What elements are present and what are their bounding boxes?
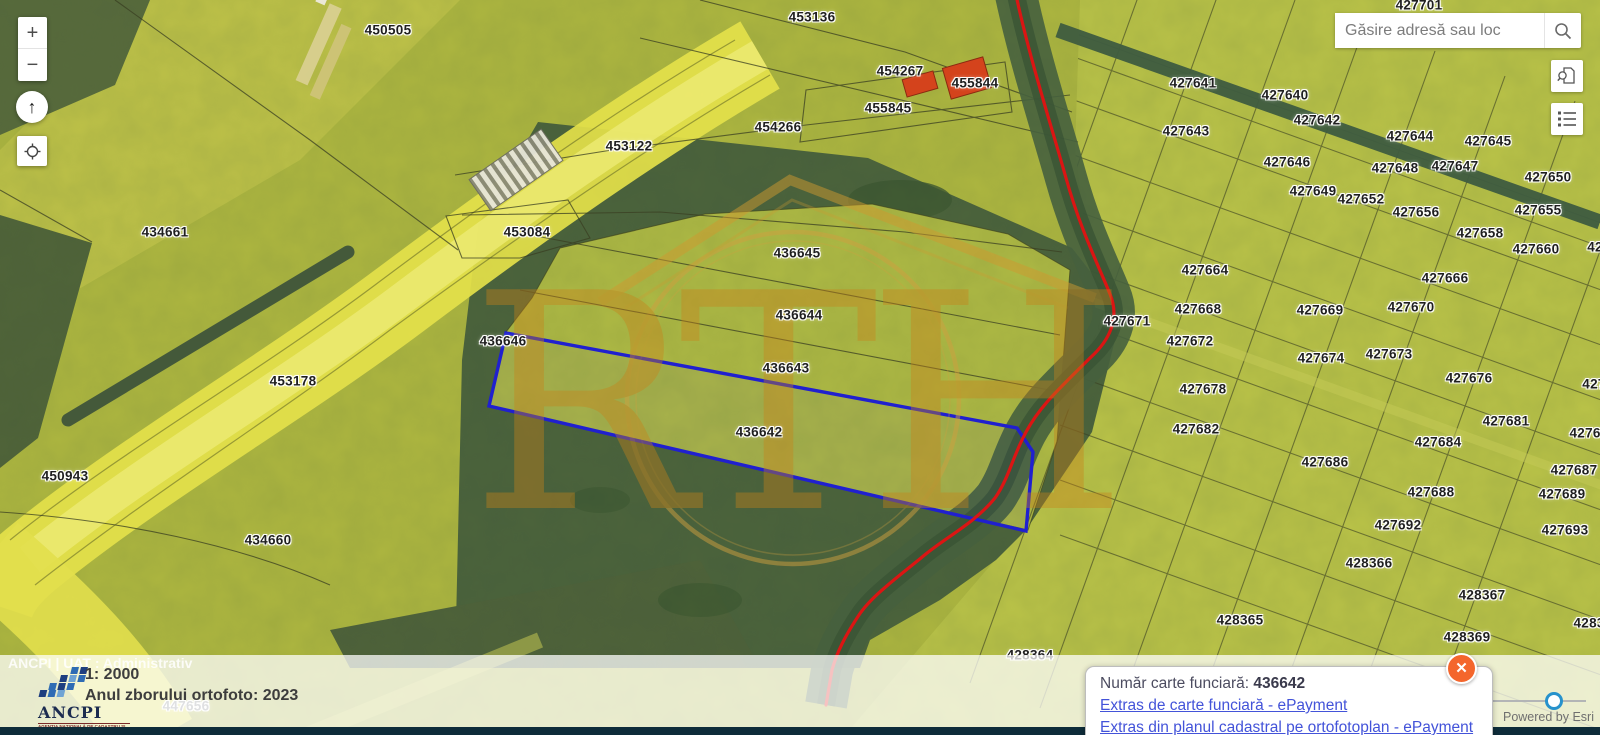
popup-title: Număr carte funciară: 436642 [1100, 675, 1478, 693]
search-widget [1335, 13, 1581, 48]
popup-close-button[interactable]: ✕ [1446, 653, 1477, 684]
carte-funciara-number: 436642 [1253, 675, 1305, 692]
identify-parcel-button[interactable] [1551, 60, 1583, 92]
zoom-out-button[interactable]: − [18, 49, 47, 81]
zoom-in-button[interactable]: + [18, 17, 47, 49]
search-input[interactable] [1335, 13, 1544, 48]
popup-link[interactable]: Extras de carte funciară - ePayment [1100, 697, 1478, 715]
compass-reset-button[interactable]: ↑ [16, 91, 48, 123]
popup-links: Extras de carte funciară - ePayment Extra… [1100, 697, 1478, 735]
esri-attribution: Powered by Esri [1503, 710, 1594, 724]
map-canvas[interactable]: RTH [0, 0, 1600, 735]
watermark-letters: RTH [470, 230, 1116, 579]
north-arrow-icon: ↑ [28, 97, 37, 118]
parcel-popup: Număr carte funciară: 436642 Extras de c… [1085, 666, 1493, 735]
zoom-control: + − [18, 17, 47, 81]
search-button[interactable] [1544, 13, 1581, 48]
ancpi-logo-text: ANCPI [38, 703, 168, 722]
search-icon [1554, 22, 1572, 40]
document-search-icon [1557, 66, 1577, 86]
popup-link[interactable]: Extras din planul cadastral pe ortofotop… [1100, 719, 1478, 735]
locate-me-button[interactable] [17, 136, 47, 166]
map-scale: 1: 2000 [85, 666, 139, 684]
legend-list-icon [1557, 110, 1577, 128]
scale-slider-handle[interactable] [1545, 692, 1563, 710]
legend-button[interactable] [1551, 103, 1583, 135]
map-viewer: RTH 450505453136454267455844455845454266… [0, 0, 1600, 735]
close-icon: ✕ [1455, 660, 1468, 677]
ortho-year: Anul zborului ortofoto: 2023 [85, 687, 298, 705]
crosshair-icon [24, 143, 41, 160]
rth-watermark: RTH [470, 180, 1116, 579]
